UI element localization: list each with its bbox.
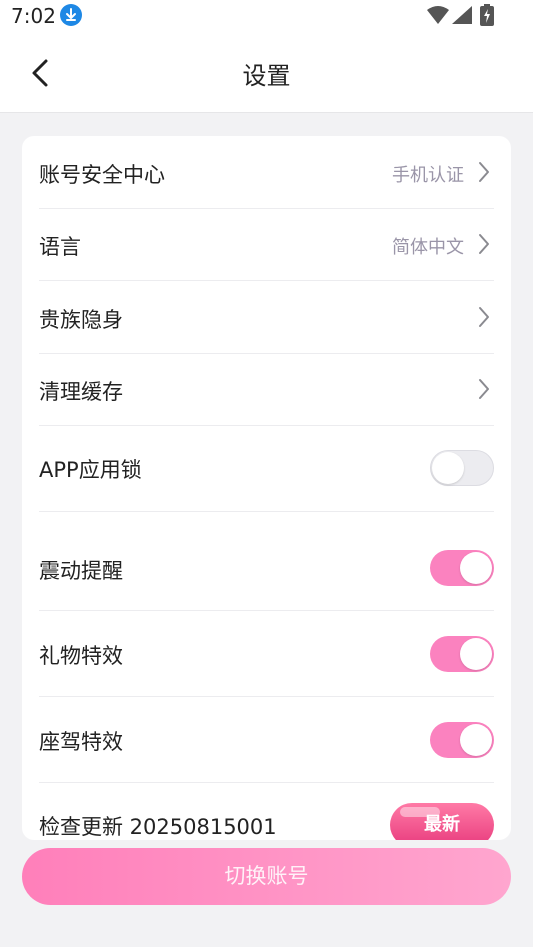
chevron-right-icon	[479, 307, 489, 327]
settings-card: 账号安全中心 手机认证 语言 简体中文 贵族隐身 清理缓存 APP应用锁 震动提…	[22, 136, 511, 840]
toggle-knob	[432, 452, 464, 484]
setting-label: 检查更新 20250815001	[39, 815, 277, 839]
setting-label: 贵族隐身	[39, 308, 123, 332]
setting-mount-effects: 座驾特效	[39, 697, 494, 783]
vibration-toggle[interactable]	[430, 550, 494, 586]
page-title: 设置	[242, 62, 291, 90]
nav-bar: 设置	[0, 36, 533, 113]
mount-effects-toggle[interactable]	[430, 722, 494, 758]
setting-value: 手机认证	[392, 165, 464, 186]
wifi-icon	[427, 6, 449, 24]
app-lock-toggle[interactable]	[430, 450, 494, 486]
status-bar: 7:02	[0, 0, 533, 36]
setting-label: 清理缓存	[39, 380, 123, 404]
gift-effects-toggle[interactable]	[430, 636, 494, 672]
setting-label: 账号安全中心	[39, 163, 165, 187]
setting-gift-effects: 礼物特效	[39, 611, 494, 697]
download-icon	[60, 4, 82, 26]
badge-label: 最新	[424, 814, 460, 835]
toggle-knob	[460, 552, 492, 584]
setting-check-update[interactable]: 检查更新 20250815001 最新	[39, 783, 494, 840]
setting-vibration: 震动提醒	[39, 525, 494, 611]
chevron-right-icon	[479, 234, 489, 254]
setting-noble-stealth[interactable]: 贵族隐身	[39, 281, 494, 354]
signal-icon	[452, 6, 472, 24]
setting-language[interactable]: 语言 简体中文	[39, 208, 494, 281]
setting-clear-cache[interactable]: 清理缓存	[39, 353, 494, 426]
chevron-right-icon	[479, 379, 489, 399]
setting-app-lock: APP应用锁	[39, 426, 494, 512]
setting-label: 礼物特效	[39, 644, 123, 668]
setting-value: 简体中文	[392, 237, 464, 258]
toggle-knob	[460, 638, 492, 670]
toggle-knob	[460, 724, 492, 756]
latest-version-badge: 最新	[390, 803, 494, 840]
battery-icon	[480, 4, 494, 26]
setting-label: 语言	[39, 235, 81, 259]
setting-label: 座驾特效	[39, 730, 123, 754]
setting-label: 震动提醒	[39, 559, 123, 583]
status-time: 7:02	[11, 4, 56, 28]
setting-label: APP应用锁	[39, 458, 142, 482]
chevron-right-icon	[479, 162, 489, 182]
switch-account-button[interactable]: 切换账号	[22, 848, 511, 905]
setting-account-security[interactable]: 账号安全中心 手机认证	[39, 136, 494, 209]
